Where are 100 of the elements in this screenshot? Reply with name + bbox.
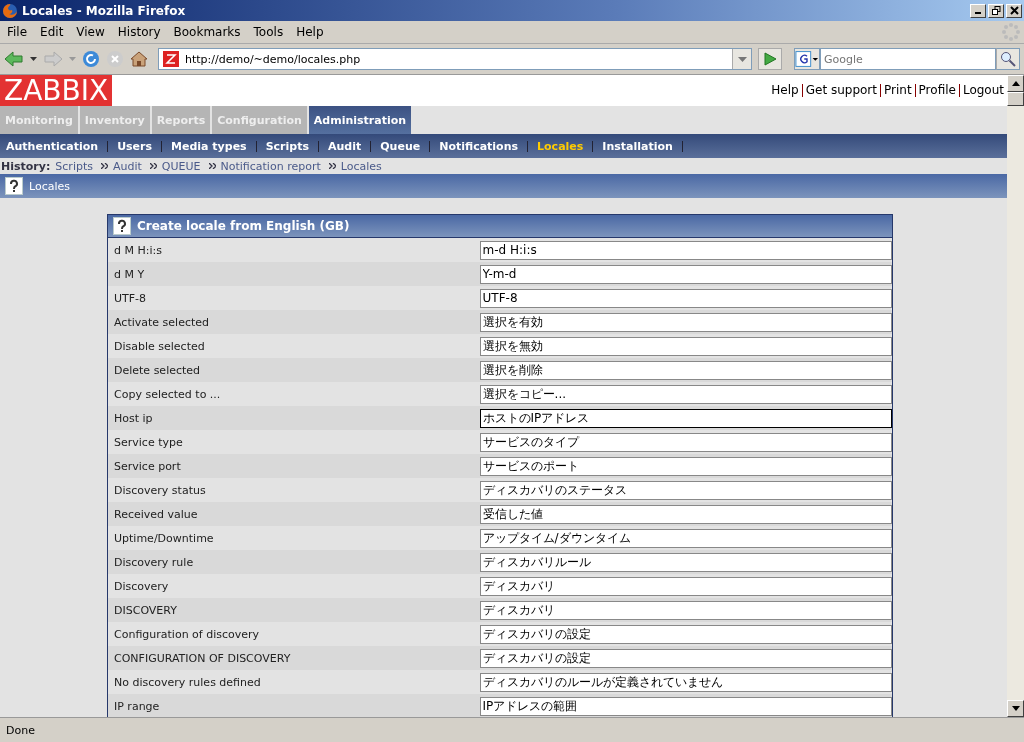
search-icon[interactable] — [1000, 51, 1016, 67]
text-field[interactable]: ディスカバリのルールが定義されていません — [479, 672, 892, 692]
text-field[interactable]: 選択をコピー... — [479, 384, 892, 404]
text-field[interactable]: ディスカバリルール — [479, 552, 892, 572]
text-field[interactable]: ディスカバリ — [479, 576, 892, 596]
text-field[interactable]: アップタイム/ダウンタイム — [479, 528, 892, 548]
close-icon — [1009, 6, 1019, 15]
menu-item[interactable]: Edit — [35, 25, 72, 39]
scroll-up-icon[interactable] — [1011, 81, 1020, 86]
field-label: CONFIGURATION OF DISCOVERY — [113, 651, 292, 665]
scroll-thumb[interactable] — [1007, 92, 1024, 106]
field-label: Delete selected — [113, 363, 202, 377]
field-label: DISCOVERY — [113, 603, 178, 617]
header-link[interactable]: Profile — [918, 83, 956, 97]
breadcrumb-separator-icon — [149, 163, 157, 169]
scrollbar[interactable] — [1007, 75, 1024, 717]
sub-tab[interactable]: Notifications — [439, 139, 519, 153]
globe-icon — [2, 2, 18, 19]
zabbix-favicon-icon — [163, 51, 179, 67]
help-icon[interactable] — [5, 177, 23, 195]
dropdown-icon[interactable] — [737, 56, 747, 62]
page-title: Locales — [29, 179, 70, 193]
close-button[interactable] — [1006, 3, 1022, 18]
field-label: Service port — [113, 459, 182, 473]
text-field[interactable]: UTF-8 — [479, 288, 892, 308]
text-field[interactable]: サービスのタイプ — [479, 432, 892, 452]
sub-tab[interactable]: Users — [117, 139, 153, 153]
menu-item[interactable]: Tools — [248, 25, 292, 39]
header-link[interactable]: Print — [884, 83, 912, 97]
form-title: Create locale from English (GB) — [137, 219, 350, 233]
field-label: Copy selected to ... — [113, 387, 222, 401]
main-tab[interactable]: Administration — [308, 106, 412, 134]
window-title: Locales - Mozilla Firefox — [22, 3, 187, 18]
text-field[interactable]: 選択を有効 — [479, 312, 892, 332]
history-link[interactable]: Notification report — [220, 159, 321, 173]
field-label: d M Y — [113, 267, 146, 281]
throbber-icon — [1002, 23, 1020, 41]
scroll-down-icon[interactable] — [1011, 706, 1020, 711]
history-link[interactable]: Audit — [113, 159, 142, 173]
menu-item[interactable]: Bookmarks — [168, 25, 249, 39]
history-link[interactable]: QUEUE — [161, 159, 201, 173]
logo: ZABBIX — [0, 75, 113, 106]
help-icon[interactable] — [113, 217, 131, 235]
field-label: Discovery — [113, 579, 170, 593]
search-field[interactable]: Google — [820, 48, 996, 70]
text-field[interactable]: 受信した値 — [479, 504, 892, 524]
home-icon[interactable] — [130, 50, 148, 68]
header-link[interactable]: Help — [771, 83, 799, 97]
menu-item[interactable]: File — [2, 25, 36, 39]
dropdown-icon[interactable] — [30, 57, 37, 61]
text-field[interactable]: 選択を削除 — [479, 360, 892, 380]
restore-button[interactable] — [988, 3, 1004, 18]
sub-tab[interactable]: Queue — [380, 139, 421, 153]
header-link[interactable]: Logout — [962, 83, 1004, 97]
field-label: Activate selected — [113, 315, 210, 329]
play-icon — [763, 52, 777, 66]
field-label: Host ip — [113, 411, 154, 425]
field-label: UTF-8 — [113, 291, 148, 305]
breadcrumb-separator-icon — [328, 163, 336, 169]
menu-item[interactable]: Help — [291, 25, 332, 39]
text-field[interactable]: ホストのIPアドレス — [479, 408, 892, 428]
breadcrumb-separator-icon — [208, 163, 216, 169]
restore-icon — [991, 6, 1001, 15]
history-link[interactable]: Scripts — [55, 159, 93, 173]
text-field[interactable]: 選択を無効 — [479, 336, 892, 356]
field-label: No discovery rules defined — [113, 675, 262, 689]
text-field[interactable]: ディスカバリの設定 — [479, 648, 892, 668]
text-field[interactable]: サービスのポート — [479, 456, 892, 476]
text-field[interactable]: ディスカバリのステータス — [479, 480, 892, 500]
field-label: Uptime/Downtime — [113, 531, 215, 545]
field-label: Received value — [113, 507, 199, 521]
minimize-button[interactable] — [970, 3, 986, 18]
field-label: Discovery status — [113, 483, 207, 497]
text-field[interactable]: Y-m-d — [479, 264, 892, 284]
history-link[interactable]: Locales — [340, 159, 382, 173]
status-text: Done — [6, 723, 35, 737]
address-field[interactable]: http://demo/~demo/locales.php — [158, 48, 752, 70]
sub-tab[interactable]: Scripts — [265, 139, 309, 153]
text-field[interactable]: ディスカバリの設定 — [479, 624, 892, 644]
header-link[interactable]: Get support — [805, 83, 877, 97]
sub-tab[interactable]: Installation — [602, 139, 673, 153]
field-label: Discovery rule — [113, 555, 195, 569]
sub-tab[interactable]: Audit — [328, 139, 362, 153]
field-label: IP range — [113, 699, 161, 713]
sub-tab[interactable]: Locales — [537, 139, 584, 153]
sub-tab[interactable]: Authentication — [6, 139, 99, 153]
field-label: Service type — [113, 435, 184, 449]
google-engine-icon[interactable] — [794, 48, 820, 70]
field-label: Configuration of discovery — [113, 627, 261, 641]
back-icon[interactable] — [4, 50, 24, 68]
field-label: d M H:i:s — [113, 243, 163, 257]
history-label: History: — [1, 159, 51, 173]
sub-tab[interactable]: Media types — [171, 139, 247, 153]
text-field[interactable]: m-d H:i:s — [479, 240, 892, 260]
reload-icon[interactable] — [82, 50, 100, 68]
menu-item[interactable]: View — [71, 25, 113, 39]
menu-item[interactable]: History — [112, 25, 169, 39]
text-field[interactable]: ディスカバリ — [479, 600, 892, 620]
text-field[interactable]: IPアドレスの範囲 — [479, 696, 892, 716]
go-button[interactable] — [758, 48, 782, 70]
